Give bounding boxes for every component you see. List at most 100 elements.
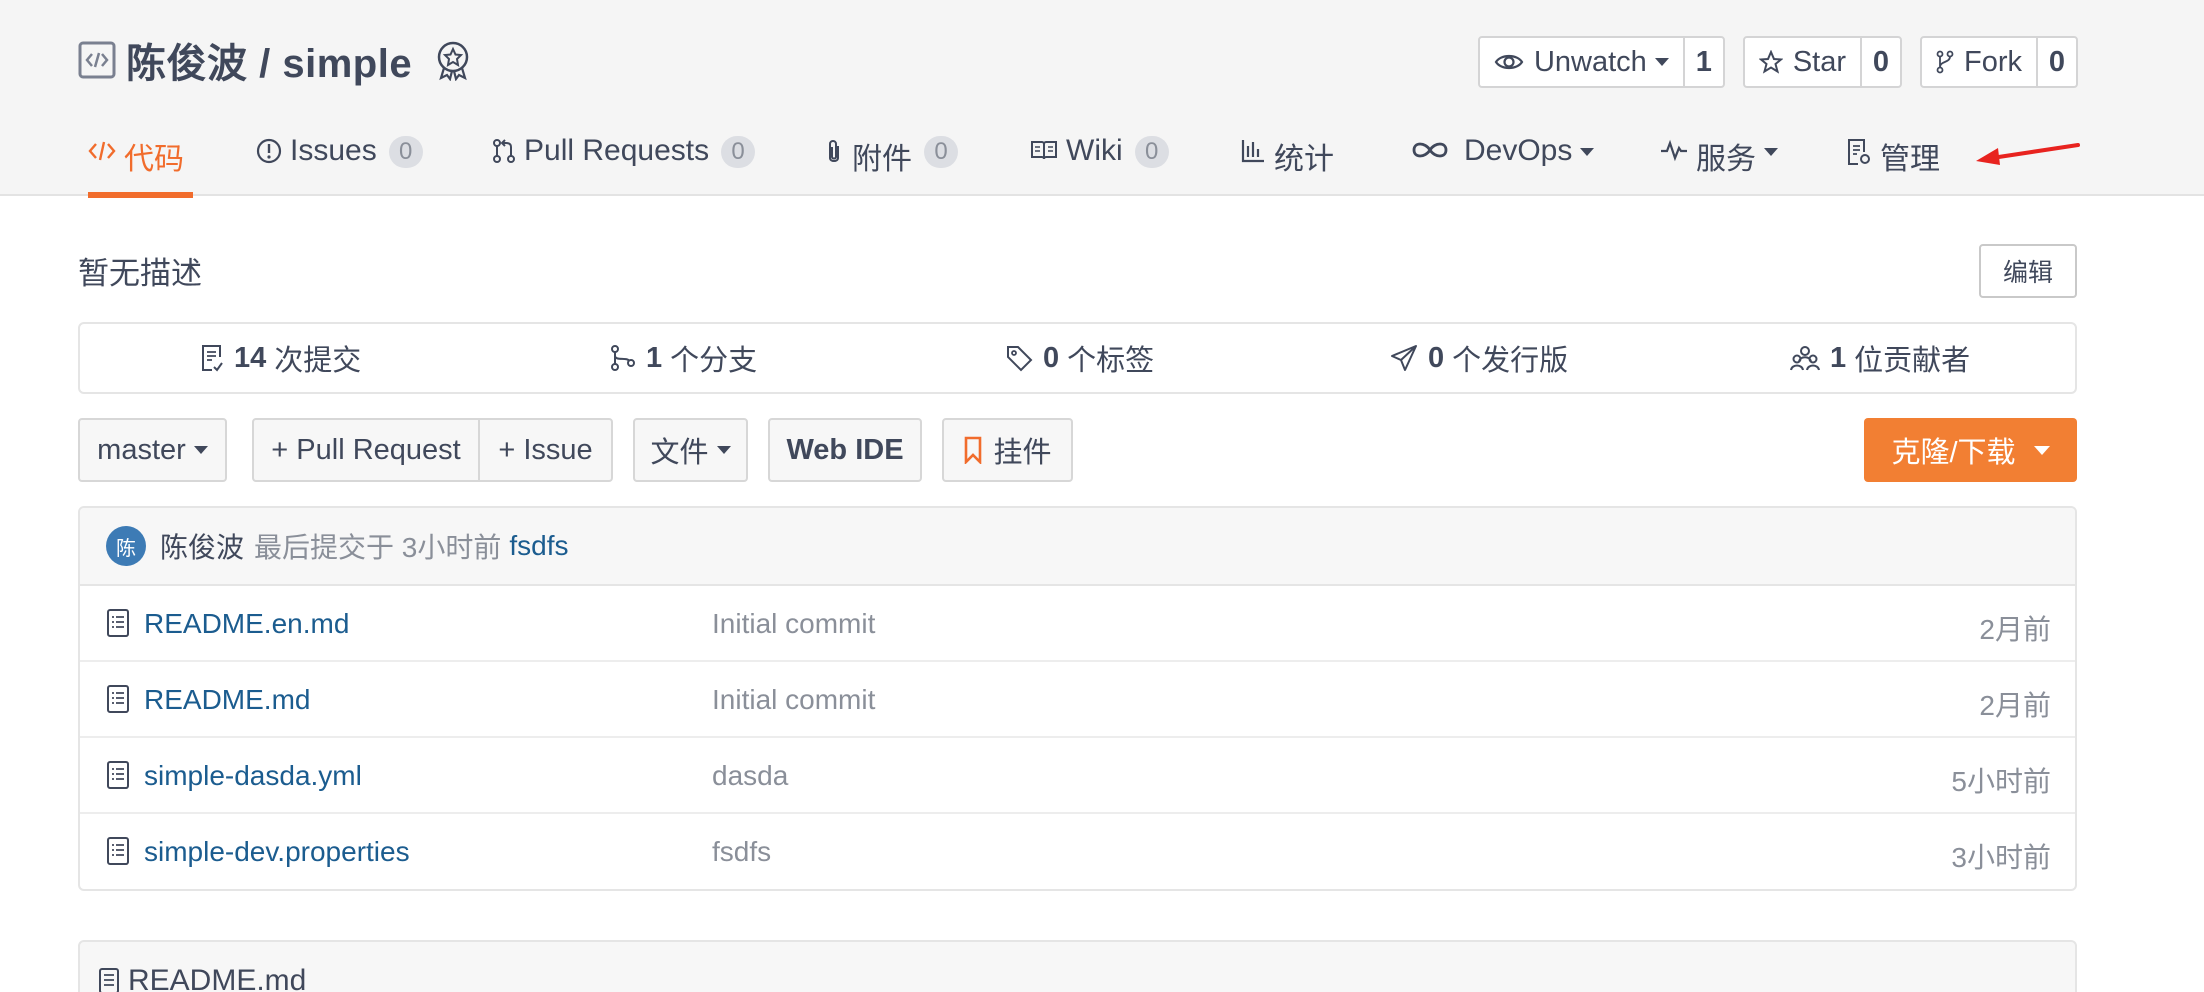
stat-contributors[interactable]: 1 位贡献者	[1790, 324, 1970, 392]
last-commit-bar: 陈 陈俊波 最后提交于 3小时前 fsdfs	[80, 508, 2075, 586]
file-row: simple-dasda.yml dasda 5小时前	[80, 738, 2075, 814]
file-commit-time: 2月前	[1979, 614, 2051, 645]
tab-wiki[interactable]: Wiki 0	[1030, 120, 1169, 196]
fork-icon	[1936, 50, 1954, 74]
file-commit-time: 2月前	[1979, 690, 2051, 721]
chevron-down-icon	[1764, 148, 1778, 156]
new-issue-button[interactable]: + Issue	[478, 418, 613, 482]
tab-services[interactable]: 服务	[1660, 120, 1778, 196]
file-name-link[interactable]: simple-dasda.yml	[144, 760, 362, 792]
fork-button[interactable]: Fork	[1922, 38, 2038, 86]
stat-tags-value: 0	[1043, 341, 1060, 374]
repo-owner-link[interactable]: 陈俊波	[126, 42, 248, 86]
star-button-group: Star 0	[1742, 36, 1902, 88]
file-menu-button[interactable]: 文件	[633, 418, 748, 482]
file-commit-message[interactable]: fsdfs	[712, 836, 771, 868]
stat-commits[interactable]: 14 次提交	[200, 324, 361, 392]
repo-actions: Unwatch 1 Star 0 Fork 0	[1477, 36, 2078, 88]
tab-issues-label: Issues	[290, 134, 377, 167]
stat-branches[interactable]: 1 个分支	[610, 324, 757, 392]
file-commit-message[interactable]: Initial commit	[712, 608, 875, 640]
branch-icon	[611, 345, 635, 371]
watch-count[interactable]: 1	[1685, 38, 1723, 86]
file-name-link[interactable]: simple-dev.properties	[144, 836, 410, 868]
tab-attachments-label: 附件	[852, 143, 912, 176]
file-icon	[107, 837, 129, 865]
bookmark-icon	[965, 436, 982, 464]
widget-label: 挂件	[993, 437, 1052, 469]
file-icon	[107, 685, 129, 713]
stat-contributors-label: 位贡献者	[1854, 345, 1971, 377]
stat-tags[interactable]: 0 个标签	[1005, 324, 1154, 392]
tab-code-label: 代码	[124, 143, 184, 176]
file-name-link[interactable]: README.en.md	[144, 608, 349, 640]
tab-pull-requests[interactable]: Pull Requests 0	[492, 120, 756, 196]
unwatch-label: Unwatch	[1533, 45, 1647, 78]
file-commit-time: 5小时前	[1951, 766, 2051, 797]
pull-request-icon	[493, 139, 515, 163]
tab-statistics[interactable]: 统计	[1240, 120, 1334, 196]
stat-branches-value: 1	[646, 341, 663, 374]
file-commit-message[interactable]: Initial commit	[712, 684, 875, 716]
unwatch-button[interactable]: Unwatch	[1480, 38, 1685, 86]
edit-description-button[interactable]: 编辑	[1979, 244, 2077, 298]
star-count[interactable]: 0	[1862, 38, 1900, 86]
repo-description: 暂无描述	[78, 256, 202, 291]
file-menu-label: 文件	[650, 437, 709, 469]
fork-label: Fork	[1964, 45, 2022, 78]
commit-message-link[interactable]: fsdfs	[509, 530, 568, 562]
readme-panel: README.md	[78, 940, 2077, 992]
tab-devops[interactable]: DevOps	[1410, 120, 1595, 196]
infinity-icon	[1412, 142, 1448, 158]
widget-button[interactable]: 挂件	[942, 418, 1073, 482]
branch-select-label: master	[97, 433, 186, 466]
tab-statistics-label: 统计	[1274, 143, 1334, 176]
repo-path-separator: /	[247, 42, 283, 86]
bar-chart-icon	[1241, 140, 1264, 163]
red-arrow-annotation	[1976, 143, 2080, 165]
chevron-down-icon	[193, 446, 208, 454]
attachments-count-badge: 0	[924, 136, 958, 168]
tab-wiki-label: Wiki	[1066, 134, 1123, 167]
star-icon	[1758, 50, 1783, 74]
stat-contributors-value: 1	[1830, 341, 1847, 374]
star-label: Star	[1792, 45, 1846, 78]
repo-title: 陈俊波 / simple	[78, 36, 474, 86]
commit-author-link[interactable]: 陈俊波	[160, 526, 244, 566]
repo-stats-bar: 14 次提交 1 个分支 0 个标签 0 个发行版 1 位贡献者	[78, 322, 2077, 394]
stat-releases-label: 个发行版	[1452, 345, 1569, 377]
file-name-link[interactable]: README.md	[144, 684, 310, 716]
fork-count[interactable]: 0	[2038, 38, 2076, 86]
web-ide-button[interactable]: Web IDE	[768, 418, 922, 482]
tab-issues[interactable]: Issues 0	[256, 120, 423, 196]
tag-icon	[1007, 346, 1033, 372]
clone-download-button[interactable]: 克隆/下载	[1864, 418, 2077, 482]
commit-doc-icon	[202, 345, 223, 372]
avatar[interactable]: 陈	[106, 526, 146, 566]
award-badge-icon[interactable]	[432, 39, 474, 81]
watch-button-group: Unwatch 1	[1477, 36, 1725, 88]
file-commit-message[interactable]: dasda	[712, 760, 788, 792]
tab-attachments[interactable]: 附件 0	[824, 120, 958, 196]
branch-select[interactable]: master	[78, 418, 227, 482]
fork-button-group: Fork 0	[1920, 36, 2078, 88]
file-row: README.en.md Initial commit 2月前	[80, 586, 2075, 662]
repo-name-link[interactable]: simple	[282, 42, 412, 86]
tab-code[interactable]: 代码	[88, 120, 193, 198]
star-button[interactable]: Star	[1745, 38, 1862, 86]
file-icon	[99, 968, 119, 992]
chevron-down-icon	[2033, 445, 2050, 455]
file-icon	[107, 761, 129, 789]
eye-icon	[1494, 54, 1524, 70]
code-icon	[88, 141, 116, 161]
pull-requests-count-badge: 0	[721, 136, 756, 168]
tab-manage[interactable]: 管理	[1846, 120, 1940, 196]
code-repo-icon	[78, 41, 116, 79]
send-icon	[1391, 345, 1417, 371]
stat-tags-label: 个标签	[1067, 345, 1155, 377]
pulse-icon	[1661, 139, 1687, 162]
stat-commits-label: 次提交	[274, 345, 362, 377]
stat-releases[interactable]: 0 个发行版	[1390, 324, 1568, 392]
new-pull-request-button[interactable]: + Pull Request	[252, 418, 480, 482]
paperclip-icon	[829, 140, 839, 162]
